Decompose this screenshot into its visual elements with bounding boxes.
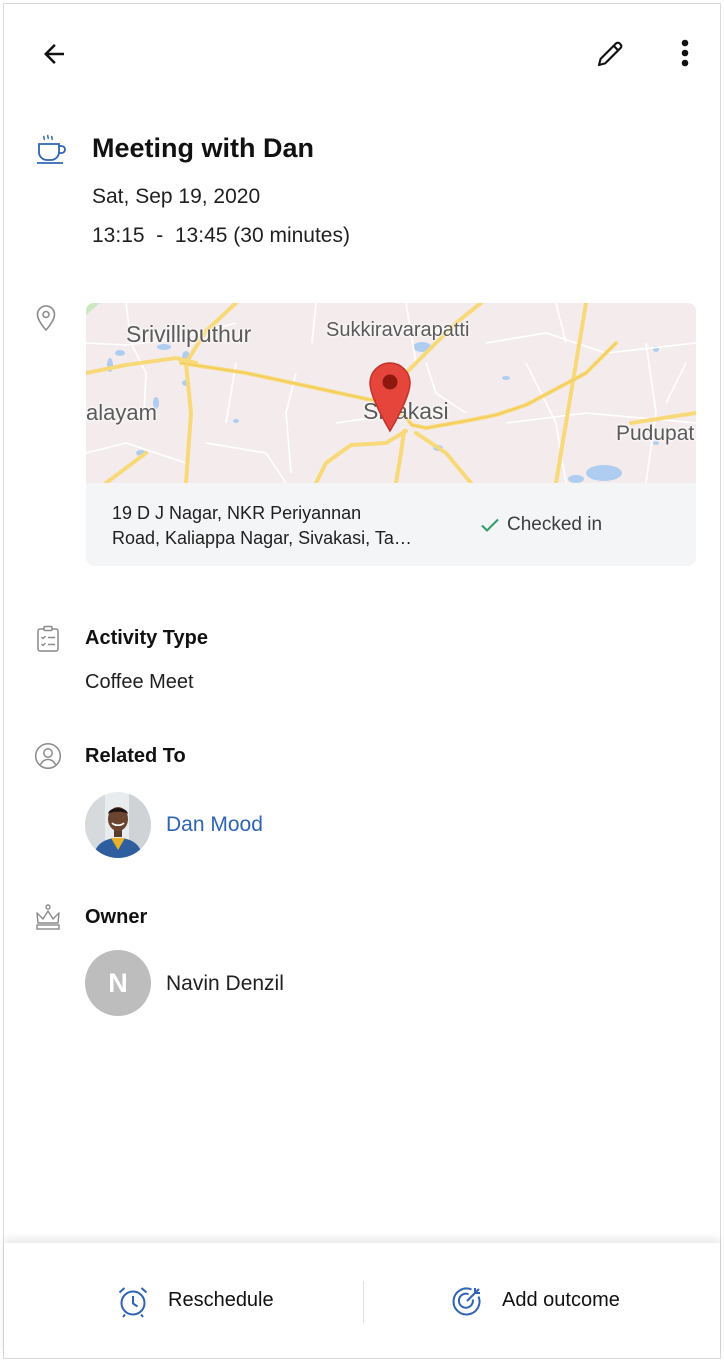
edit-button[interactable] — [588, 30, 634, 76]
target-icon — [452, 1287, 481, 1315]
owner-avatar: N — [85, 950, 151, 1016]
location-pin-icon — [34, 304, 58, 337]
person-circle-icon — [34, 742, 62, 775]
owner-initial: N — [108, 967, 128, 998]
checklist-icon — [36, 625, 60, 658]
reschedule-label: Reschedule — [168, 1289, 274, 1311]
pencil-icon — [597, 41, 623, 67]
related-to-label: Related To — [85, 745, 186, 767]
related-contact-name-link[interactable]: Dan Mood — [166, 813, 263, 837]
map-label-sukkiravarapatti: Sukkiravarapatti — [326, 319, 470, 341]
map-label-pudupat: Pudupat — [616, 422, 695, 445]
location-card[interactable]: Srivilliputhur Sukkiravarapatti alayam S… — [86, 303, 696, 566]
map[interactable]: Srivilliputhur Sukkiravarapatti alayam S… — [86, 303, 696, 485]
address: 19 D J Nagar, NKR Periyannan Road, Kalia… — [112, 501, 412, 551]
activity-type-label: Activity Type — [85, 627, 208, 649]
owner-name: Navin Denzil — [166, 972, 284, 995]
coffee-cup-icon — [36, 132, 68, 171]
map-label-alayam: alayam — [86, 400, 157, 425]
add-outcome-button[interactable]: Add outcome — [450, 1243, 620, 1358]
footer-divider — [363, 1281, 364, 1323]
more-options-button[interactable] — [666, 32, 704, 74]
reschedule-button[interactable]: Reschedule — [116, 1243, 274, 1358]
checked-in-status: Checked in — [480, 514, 602, 536]
address-line-1: 19 D J Nagar, NKR Periyannan — [112, 503, 362, 523]
bottom-action-bar: Reschedule Add outcome — [4, 1243, 720, 1358]
arrow-left-icon — [44, 44, 64, 64]
related-contact-avatar[interactable] — [85, 792, 151, 858]
activity-type-value: Coffee Meet — [85, 671, 194, 693]
map-marker-icon — [368, 361, 412, 440]
event-time: 13:15 - 13:45 (30 minutes) — [92, 224, 350, 247]
owner-label: Owner — [85, 906, 148, 928]
alarm-clock-icon — [118, 1286, 148, 1318]
checked-in-label: Checked in — [507, 514, 603, 535]
back-button[interactable] — [32, 32, 76, 76]
event-date: Sat, Sep 19, 2020 — [92, 185, 261, 208]
event-title: Meeting with Dan — [92, 133, 314, 163]
map-label-srivilliputhur: Srivilliputhur — [126, 321, 252, 347]
check-icon — [481, 518, 499, 532]
add-outcome-label: Add outcome — [502, 1289, 620, 1311]
crown-icon — [34, 903, 62, 936]
more-vert-icon — [681, 39, 689, 67]
address-line-2: Road, Kaliappa Nagar, Sivakasi, Tamil Na… — [112, 528, 412, 548]
